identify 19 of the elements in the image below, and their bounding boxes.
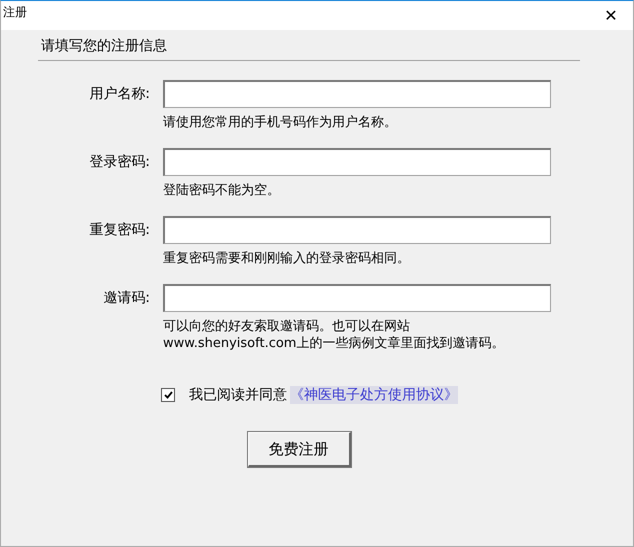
agree-label: 我已阅读并同意 [189, 386, 287, 404]
input-field[interactable] [163, 80, 551, 108]
register-button[interactable]: 免费注册 [248, 432, 350, 467]
window-title: 注册 [3, 4, 27, 21]
field-label: 重复密码: [89, 221, 150, 239]
field-label: 用户名称: [89, 85, 150, 103]
field-label: 登录密码: [89, 153, 150, 171]
agree-checkbox[interactable] [161, 388, 175, 402]
input-field[interactable] [163, 284, 551, 312]
field-hint: 重复密码需要和刚刚输入的登录密码相同。 [163, 250, 411, 267]
field-hint: 可以向您的好友索取邀请码。也可以在网站 www.shenyisoft.com上的一些病例文章里面找到邀请码。 [163, 318, 506, 352]
field-label: 邀请码: [103, 289, 150, 307]
section-heading: 请填写您的注册信息 [38, 37, 580, 61]
input-field[interactable] [163, 148, 551, 176]
field-hint: 登陆密码不能为空。 [163, 182, 281, 199]
agreement-link[interactable]: 《神医电子处方使用协议》 [290, 386, 458, 404]
input-field[interactable] [163, 216, 551, 244]
field-hint: 请使用您常用的手机号码作为用户名称。 [163, 114, 398, 131]
check-icon [164, 391, 172, 399]
